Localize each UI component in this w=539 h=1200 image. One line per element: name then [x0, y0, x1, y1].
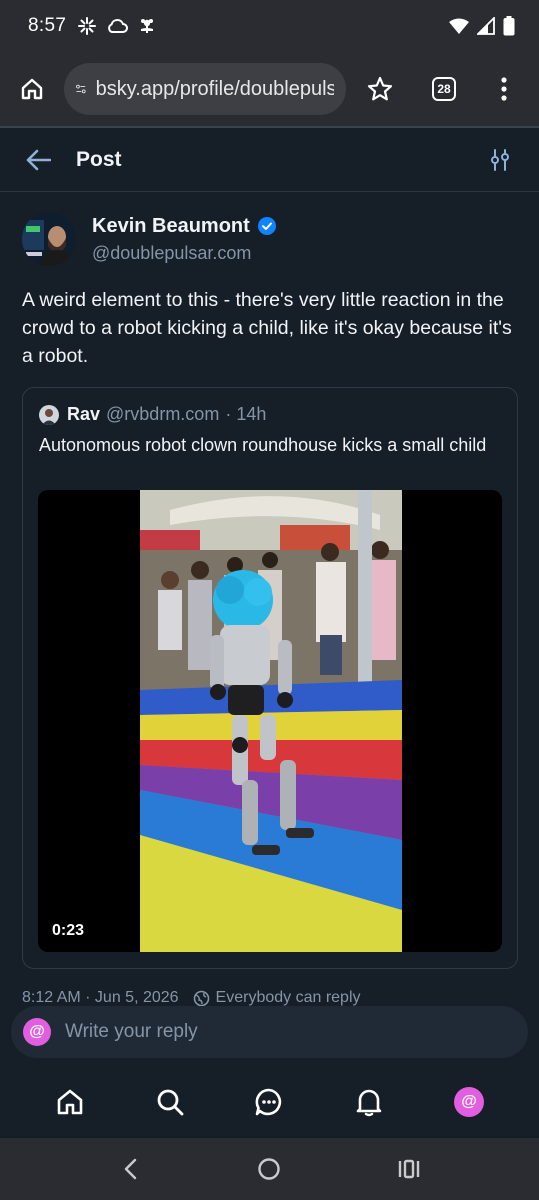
author-name[interactable]: Kevin Beaumont	[92, 215, 250, 238]
signal-icon	[477, 17, 495, 35]
quoted-author-name: Rav	[67, 404, 101, 424]
nav-search[interactable]	[140, 1072, 200, 1132]
sliders-icon	[491, 148, 509, 171]
status-system-icons	[449, 16, 515, 36]
back-button[interactable]	[0, 128, 76, 192]
chat-icon	[256, 1088, 282, 1116]
reply-setting: Everybody can reply	[193, 989, 361, 1007]
video-duration: 0:23	[52, 922, 85, 939]
nav-home[interactable]	[40, 1072, 100, 1132]
profile-avatar: @	[454, 1087, 485, 1117]
flower-icon	[141, 19, 154, 33]
status-bar: 8:57	[0, 0, 539, 52]
system-back-button[interactable]	[100, 1139, 160, 1199]
bell-icon	[356, 1089, 382, 1117]
post-header: Post	[0, 128, 539, 192]
quoted-post-text: Autonomous robot clown roundhouse kicks …	[39, 435, 487, 455]
wifi-icon	[449, 18, 469, 34]
author-handle[interactable]: @doublepulsar.com	[92, 243, 276, 264]
address-bar[interactable]: bsky.app/profile/doublepulsar.com/post/3…	[64, 63, 346, 115]
page-title: Post	[76, 147, 122, 171]
browser-toolbar: bsky.app/profile/doublepulsar.com/post/3…	[0, 52, 539, 126]
battery-icon	[503, 16, 515, 36]
status-time: 8:57	[28, 15, 67, 36]
quoted-post-time: · 14h	[225, 404, 267, 424]
globe-icon	[193, 990, 209, 1006]
post-author[interactable]: Kevin Beaumont @doublepulsar.com	[22, 212, 276, 266]
quoted-post[interactable]: Rav @rvbdrm.com · 14h Autonomous robot c…	[22, 387, 518, 969]
reply-composer[interactable]: @ Write your reply	[11, 1006, 528, 1058]
site-settings-icon[interactable]	[76, 80, 86, 98]
bottom-navigation: @	[0, 1066, 539, 1138]
bookmark-button[interactable]	[346, 52, 414, 126]
post-timestamp: 8:12 AM · Jun 5, 2026	[22, 989, 179, 1006]
browser-home-button[interactable]	[0, 52, 64, 126]
reply-setting-text: Everybody can reply	[215, 989, 361, 1006]
nav-notifications[interactable]	[339, 1072, 399, 1132]
url-text: bsky.app/profile/doublepulsar.com/post/3…	[95, 77, 334, 100]
author-avatar[interactable]	[22, 212, 76, 266]
chevron-left-icon	[124, 1158, 137, 1180]
tab-count: 28	[432, 77, 456, 101]
author-avatar-image	[22, 212, 76, 266]
arrow-left-icon	[26, 149, 51, 170]
pinwheel-icon	[78, 17, 97, 35]
reply-input[interactable]: Write your reply	[65, 1021, 198, 1043]
quoted-author-handle: @rvbdrm.com	[106, 404, 220, 424]
system-navigation	[0, 1138, 539, 1200]
quoted-author[interactable]: Rav @rvbdrm.com · 14h	[39, 404, 266, 425]
post-text: A weird element to this - there's very l…	[22, 289, 512, 367]
user-avatar: @	[23, 1018, 51, 1046]
home-icon	[57, 1089, 83, 1115]
more-vertical-icon	[501, 77, 507, 101]
thread-settings-button[interactable]	[461, 128, 539, 192]
verified-badge-icon	[257, 217, 276, 235]
quoted-author-avatar	[39, 404, 59, 425]
browser-menu-button[interactable]	[474, 52, 534, 126]
system-recents-button[interactable]	[379, 1139, 439, 1199]
search-icon	[157, 1089, 184, 1116]
video-thumbnail	[140, 490, 402, 952]
recents-icon	[398, 1159, 420, 1179]
video-player[interactable]: 0:23	[38, 490, 502, 952]
nav-chat[interactable]	[239, 1072, 299, 1132]
post-meta: 8:12 AM · Jun 5, 2026 Everybody can repl…	[22, 988, 361, 1008]
cloud-icon	[108, 18, 129, 33]
circle-home-icon	[258, 1158, 281, 1180]
status-notification-icons	[78, 17, 156, 35]
system-home-button[interactable]	[239, 1139, 299, 1199]
tab-switcher-button[interactable]: 28	[414, 52, 474, 126]
star-icon	[367, 76, 393, 101]
nav-profile[interactable]: @	[439, 1072, 499, 1132]
home-icon	[21, 78, 43, 100]
